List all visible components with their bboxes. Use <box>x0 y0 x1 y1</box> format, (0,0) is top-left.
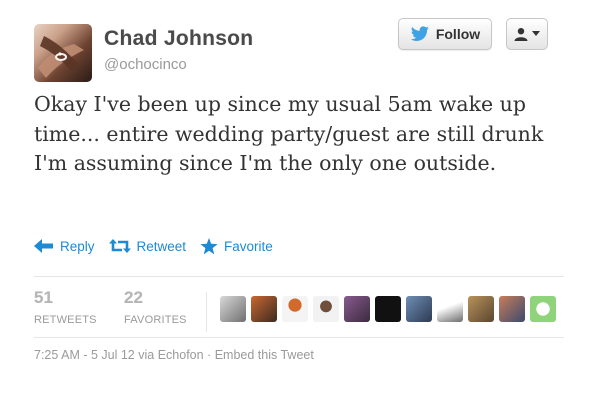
display-name[interactable]: Chad Johnson <box>104 27 253 51</box>
favoriter-avatar[interactable] <box>530 296 556 322</box>
tweet-meta: 7:25 AM - 5 Jul 12 via Echofon · Embed t… <box>34 348 314 362</box>
tweet-text: Okay I've been up since my usual 5am wak… <box>34 92 544 175</box>
avatar[interactable] <box>34 24 92 82</box>
retweet-icon <box>108 239 131 253</box>
favoriter-avatar[interactable] <box>375 296 401 322</box>
divider <box>34 276 564 277</box>
reply-label: Reply <box>60 238 95 254</box>
retweets-label: RETWEETS <box>34 314 97 326</box>
reply-arrow-icon <box>34 239 53 253</box>
favoriter-avatar[interactable] <box>406 296 432 322</box>
star-icon <box>200 237 218 254</box>
favoriter-avatars <box>220 296 556 322</box>
timestamp-link[interactable]: 7:25 AM - 5 Jul 12 <box>34 348 135 362</box>
favoriter-avatar[interactable] <box>437 296 463 322</box>
reply-button[interactable]: Reply <box>34 239 95 254</box>
user-actions-button[interactable] <box>506 18 548 50</box>
favorites-count: 22 <box>124 288 143 307</box>
favorites-label: FAVORITES <box>124 314 187 326</box>
favoriter-avatar[interactable] <box>313 296 339 322</box>
embed-tweet-link[interactable]: Embed this Tweet <box>215 348 314 362</box>
avatar-photo <box>38 36 84 78</box>
retweets-count: 51 <box>34 288 53 307</box>
favorite-button[interactable]: Favorite <box>200 237 273 255</box>
favorites-stat[interactable]: 22 FAVORITES <box>124 288 187 326</box>
meta-separator: · <box>203 348 215 362</box>
chevron-down-icon <box>532 31 540 36</box>
retweet-label: Retweet <box>136 238 187 254</box>
twitter-bird-icon <box>410 26 429 41</box>
client-link[interactable]: Echofon <box>158 348 204 362</box>
favoriter-avatar[interactable] <box>344 296 370 322</box>
favoriter-avatar[interactable] <box>468 296 494 322</box>
favoriter-avatar[interactable] <box>220 296 246 322</box>
favoriter-avatar[interactable] <box>282 296 308 322</box>
divider <box>34 337 564 338</box>
favorite-label: Favorite <box>224 238 273 254</box>
via-text: via <box>134 348 158 362</box>
favoriter-avatar[interactable] <box>499 296 525 322</box>
tweet-card: Chad Johnson @ochocinco Follow Okay I've… <box>0 0 600 400</box>
user-icon <box>514 28 528 41</box>
stats-separator <box>206 292 207 332</box>
follow-label: Follow <box>435 26 481 42</box>
favoriter-avatar[interactable] <box>251 296 277 322</box>
tweet-actions: Reply Retweet Favorite <box>34 236 287 256</box>
retweet-button[interactable]: Retweet <box>108 238 187 254</box>
user-handle[interactable]: @ochocinco <box>104 56 187 73</box>
retweets-stat[interactable]: 51 RETWEETS <box>34 288 97 326</box>
follow-button[interactable]: Follow <box>398 18 492 50</box>
